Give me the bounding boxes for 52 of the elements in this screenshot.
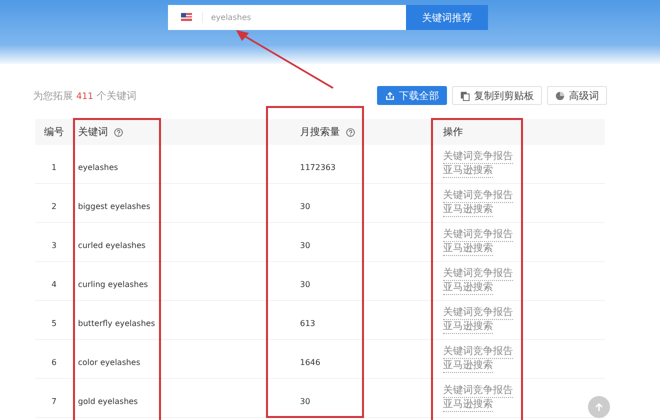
action-link[interactable]: 关键词竞争报告 <box>443 228 513 242</box>
action-link[interactable]: 亚马逊搜索 <box>443 242 493 256</box>
recommend-button[interactable]: 关键词推荐 <box>406 5 488 30</box>
search-volume-cell: 1172363 <box>300 162 336 172</box>
column-header: 月搜索量 <box>300 126 340 139</box>
keyword-cell: butterfly eyelashes <box>78 318 155 328</box>
row-number: 6 <box>51 358 57 366</box>
action-link[interactable]: 亚马逊搜索 <box>443 320 493 334</box>
search-field[interactable]: eyelashes 关键词推荐 <box>168 5 488 30</box>
keyword-cell: gold eyelashes <box>78 396 138 406</box>
search-volume-cell: 30 <box>300 202 310 210</box>
action-link[interactable]: 关键词竞争报告 <box>443 346 513 358</box>
arrow-up-icon <box>594 402 604 412</box>
column-header: 编号 <box>44 126 64 139</box>
action-link[interactable]: 亚马逊搜索 <box>443 398 493 412</box>
download-button[interactable]: 下载全部 <box>377 86 447 105</box>
action-link[interactable]: 亚马逊搜索 <box>443 204 493 216</box>
row-number: 2 <box>51 202 57 210</box>
action-link[interactable]: 关键词竞争报告 <box>443 190 513 202</box>
help-icon[interactable] <box>346 128 355 136</box>
column-header: 关键词 <box>78 126 108 139</box>
row-number: 7 <box>51 396 57 406</box>
row-number: 5 <box>51 318 57 328</box>
keyword-cell: eyelashes <box>78 162 118 172</box>
action-link[interactable]: 亚马逊搜索 <box>443 164 493 178</box>
action-link[interactable]: 关键词竞争报告 <box>443 384 513 398</box>
advanced-button[interactable]: 高级词 <box>547 86 607 105</box>
row-number: 4 <box>51 280 57 288</box>
action-link[interactable]: 关键词竞争报告 <box>443 150 513 164</box>
keyword-cell: color eyelashes <box>78 358 140 366</box>
action-link[interactable]: 亚马逊搜索 <box>443 360 493 372</box>
upload-icon <box>385 90 395 100</box>
keyword-cell: curled eyelashes <box>78 240 146 250</box>
search-volume-cell: 613 <box>300 318 316 328</box>
pie-icon <box>555 90 565 100</box>
help-icon[interactable] <box>114 128 123 136</box>
action-link[interactable]: 关键词竞争报告 <box>443 306 513 320</box>
keyword-cell: biggest eyelashes <box>78 202 150 210</box>
search-volume-cell: 30 <box>300 396 310 406</box>
copy-icon <box>460 90 470 100</box>
copy-button[interactable]: 复制到剪贴板 <box>452 86 542 105</box>
row-number: 1 <box>51 162 57 172</box>
search-volume-cell: 30 <box>300 280 310 288</box>
search-volume-cell: 30 <box>300 240 310 250</box>
flag-icon <box>181 13 192 21</box>
action-link[interactable]: 关键词竞争报告 <box>443 268 513 280</box>
keyword-count-text: 为您拓展 411 个关键词 <box>33 90 138 102</box>
row-number: 3 <box>51 240 57 250</box>
search-volume-cell: 1646 <box>300 358 320 366</box>
column-header: 操作 <box>443 126 463 139</box>
keyword-cell: curling eyelashes <box>78 280 148 288</box>
action-link[interactable]: 亚马逊搜索 <box>443 282 493 294</box>
